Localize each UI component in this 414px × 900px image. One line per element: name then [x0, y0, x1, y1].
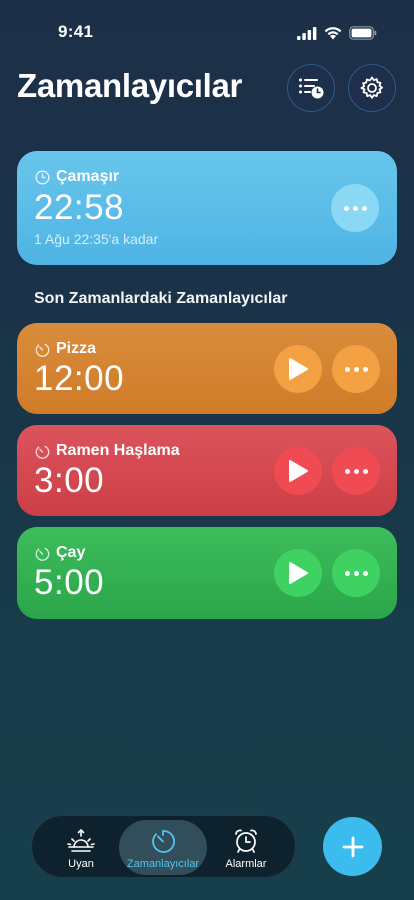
ellipsis-icon — [344, 366, 368, 372]
play-icon — [289, 358, 308, 380]
timer-icon — [35, 342, 50, 357]
recent-section-title: Son Zamanlardaki Zamanlayıcılar — [34, 290, 288, 307]
tab-wake[interactable]: Uyan — [37, 820, 125, 875]
active-timer-card[interactable]: Çamaşır 22:58 1 Ağu 22:35'a kadar — [17, 151, 397, 265]
timer-until: 1 Ağu 22:35'a kadar — [34, 231, 159, 247]
timer-duration: 3:00 — [34, 461, 105, 500]
start-button[interactable] — [274, 345, 322, 393]
tab-timers[interactable]: Zamanlayıcılar — [119, 820, 207, 875]
sunrise-icon — [67, 828, 95, 852]
more-button[interactable] — [332, 549, 380, 597]
gear-icon — [360, 76, 383, 99]
settings-button[interactable] — [348, 64, 396, 112]
list-clock-icon — [299, 78, 324, 99]
play-icon — [289, 460, 308, 482]
status-bar: 9:41 — [0, 0, 414, 60]
more-button[interactable] — [332, 345, 380, 393]
timer-name-row: Çamaşır — [35, 168, 119, 186]
recent-timer-card[interactable]: Pizza 12:00 — [17, 323, 397, 414]
timer-duration: 5:00 — [34, 563, 105, 602]
clock-icon — [35, 169, 50, 185]
start-button[interactable] — [274, 549, 322, 597]
battery-icon — [349, 26, 377, 40]
more-button[interactable] — [332, 447, 380, 495]
timer-name: Çamaşır — [56, 168, 120, 185]
alarm-clock-icon — [235, 829, 257, 853]
play-icon — [289, 562, 308, 584]
timer-name: Ramen Haşlama — [56, 442, 180, 459]
tab-alarms[interactable]: Alarmlar — [202, 820, 290, 875]
timer-name-row: Pizza — [35, 340, 96, 358]
status-time: 9:41 — [58, 22, 94, 41]
page-title: Zamanlayıcılar — [17, 67, 243, 104]
timer-icon — [152, 830, 175, 853]
ellipsis-icon — [343, 205, 367, 211]
tab-label: Zamanlayıcılar — [126, 858, 200, 870]
more-button[interactable] — [331, 184, 379, 232]
tab-label: Alarmlar — [225, 858, 267, 870]
timer-name: Çay — [56, 544, 86, 561]
ellipsis-icon — [344, 570, 368, 576]
add-timer-button[interactable] — [323, 817, 382, 876]
timer-icon — [35, 444, 50, 459]
timer-name-row: Çay — [35, 544, 85, 562]
timer-icon — [35, 546, 50, 561]
recent-timer-card[interactable]: Çay 5:00 — [17, 527, 397, 619]
wifi-icon — [324, 27, 342, 40]
timer-name-row: Ramen Haşlama — [35, 442, 180, 460]
timer-duration: 12:00 — [34, 359, 125, 398]
timer-remaining: 22:58 — [34, 188, 125, 227]
start-button[interactable] — [274, 447, 322, 495]
cellular-signal-icon — [297, 27, 317, 40]
tab-bar: Uyan Zamanlayıcılar Alarmlar — [31, 815, 296, 878]
tab-label: Uyan — [68, 858, 94, 870]
recent-timer-card[interactable]: Ramen Haşlama 3:00 — [17, 425, 397, 516]
ellipsis-icon — [344, 468, 368, 474]
timer-list-button[interactable] — [287, 64, 335, 112]
plus-icon — [342, 836, 363, 857]
timer-name: Pizza — [56, 340, 97, 357]
